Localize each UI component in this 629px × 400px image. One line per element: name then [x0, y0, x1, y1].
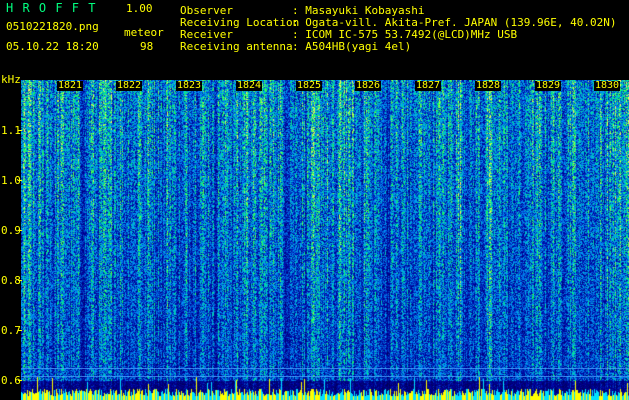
meteor-count: 98	[140, 40, 154, 53]
app-title: H R O F F T	[6, 1, 97, 15]
time-tick-label: 1828	[475, 80, 502, 91]
y-tick	[18, 180, 22, 181]
y-tick	[18, 330, 22, 331]
y-tick	[18, 380, 22, 381]
y-tick	[18, 130, 22, 131]
time-tick-label: 1822	[116, 80, 143, 91]
y-axis-unit: kHz	[1, 73, 21, 86]
version-label: 1.00	[126, 2, 153, 15]
datetime-label: 05.10.22 18:20	[6, 40, 99, 53]
guide-line	[21, 368, 629, 369]
meteor-label: meteor	[124, 26, 164, 39]
time-tick-label: 1823	[176, 80, 203, 91]
time-tick-label: 1830	[594, 80, 621, 91]
time-tick-label: 1829	[535, 80, 562, 91]
time-tick-label: 1825	[296, 80, 323, 91]
time-tick-label: 1827	[415, 80, 442, 91]
y-tick	[18, 230, 22, 231]
time-tick-label: 1826	[355, 80, 382, 91]
time-tick-label: 1821	[57, 80, 84, 91]
info-key-antenna: Receiving antenna	[180, 40, 293, 53]
spectrogram-canvas	[21, 80, 629, 400]
info-value-antenna: : A504HB(yagi 4el)	[292, 40, 412, 53]
filename-label: 0510221820.png	[6, 20, 99, 33]
y-tick	[18, 280, 22, 281]
guide-line	[21, 376, 629, 377]
time-tick-label: 1824	[236, 80, 263, 91]
